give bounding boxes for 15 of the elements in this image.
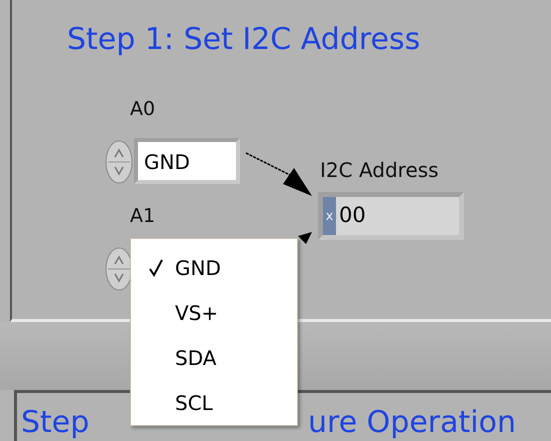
ring-control[interactable]: GND (134, 138, 240, 184)
menu-item[interactable]: SCL (175, 390, 213, 414)
menu-item[interactable]: GND (175, 256, 221, 280)
menu-item[interactable]: VS+ (175, 300, 218, 324)
step-title: Step 1: Set I2C Address (67, 22, 420, 57)
control-label: A0 (130, 98, 156, 120)
control-label: A1 (130, 205, 156, 227)
step-title: ure Operation (308, 405, 516, 440)
menu-item[interactable]: SDA (175, 346, 216, 370)
step-title: Step (21, 405, 90, 440)
address-value: 00 (338, 202, 367, 229)
increment-decrement-icon[interactable] (104, 140, 134, 184)
wire-arrow (246, 152, 312, 196)
indicator-label: I2C Address (320, 158, 439, 182)
wire-arrowhead-icon (298, 232, 312, 244)
